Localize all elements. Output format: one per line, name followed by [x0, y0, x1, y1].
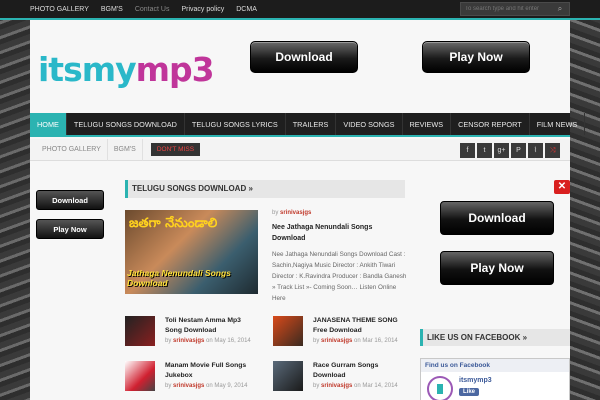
pinterest-icon[interactable]: P — [511, 143, 526, 158]
list-item-author[interactable]: srinivasjgs — [321, 338, 352, 344]
nav-telugu-songs-download[interactable]: TELUGU SONGS DOWNLOAD — [67, 113, 185, 135]
list-item-date: May 9, 2014 — [214, 383, 248, 389]
featured-image[interactable]: జతగా నేనుండాలి Jathaga Nenundali Songs D… — [125, 210, 258, 294]
nav-video-songs[interactable]: VIDEO SONGS — [336, 113, 403, 135]
nav-home[interactable]: HOME — [30, 113, 67, 135]
search-input[interactable] — [461, 6, 553, 12]
section-header[interactable]: TELUGU SONGS DOWNLOAD » — [125, 180, 405, 198]
top-nav-contact[interactable]: Contact Us — [135, 6, 170, 13]
page-container: itsmymp3 Download Play Now HOME TELUGU S… — [30, 20, 586, 400]
featured-title[interactable]: Nee Jathaga Nenundali Songs Download — [272, 222, 407, 244]
list-item-date: Mar 14, 2014 — [362, 383, 398, 389]
header-download-button[interactable]: Download — [250, 41, 358, 73]
nav-censor-report[interactable]: CENSOR REPORT — [451, 113, 530, 135]
facebook-like-button[interactable]: Like — [459, 388, 480, 396]
top-nav-bgms[interactable]: BGM'S — [101, 6, 123, 13]
top-nav-photo-gallery[interactable]: PHOTO GALLERY — [30, 6, 89, 13]
list-item-author[interactable]: srinivasjgs — [321, 383, 352, 389]
background-right — [570, 0, 600, 400]
sub-nav-bgms[interactable]: BGM'S — [108, 138, 143, 161]
list-item-thumbnail[interactable] — [125, 361, 155, 391]
google-plus-icon[interactable]: g+ — [494, 143, 509, 158]
site-logo[interactable]: itsmymp3 — [38, 50, 215, 89]
nav-trailers[interactable]: TRAILERS — [286, 113, 337, 135]
list-item-meta: by srinivasjgs on Mar 14, 2014 — [313, 383, 398, 389]
close-ad-button[interactable]: ✕ — [554, 180, 570, 194]
facebook-find-label: Find us on Facebook — [421, 359, 569, 372]
rss-icon[interactable]: ⌇ — [528, 143, 543, 158]
list-item-thumbnail[interactable] — [273, 361, 303, 391]
search-box: ⌕ — [460, 2, 570, 16]
right-download-button[interactable]: Download — [440, 201, 554, 235]
top-nav-dcma[interactable]: DCMA — [236, 6, 257, 13]
facebook-page-avatar[interactable] — [427, 376, 453, 400]
header-play-button[interactable]: Play Now — [422, 41, 530, 73]
featured-meta: by srinivasjgs — [272, 210, 311, 216]
list-item-date: Mar 16, 2014 — [362, 338, 398, 344]
facebook-like-label: Like — [463, 389, 476, 395]
top-nav-privacy[interactable]: Privacy policy — [181, 6, 224, 13]
left-download-button[interactable]: Download — [36, 190, 104, 210]
top-bar: PHOTO GALLERY BGM'S Contact Us Privacy p… — [0, 0, 600, 20]
twitter-icon[interactable]: t — [477, 143, 492, 158]
list-item-meta: by srinivasjgs on Mar 16, 2014 — [313, 338, 398, 344]
dont-miss-label: DON'T MISS — [150, 143, 201, 156]
list-item-date: May 16, 2014 — [214, 338, 251, 344]
search-icon[interactable]: ⌕ — [553, 3, 567, 15]
shuffle-icon[interactable]: ⤨ — [545, 143, 560, 158]
left-play-button[interactable]: Play Now — [36, 219, 104, 239]
featured-author[interactable]: srinivasjgs — [280, 210, 311, 216]
top-nav: PHOTO GALLERY BGM'S Contact Us Privacy p… — [30, 0, 269, 18]
featured-image-caption: Jathaga Nenundali Songs Download — [127, 268, 231, 288]
list-item-title[interactable]: Toli Nestam Amma Mp3 Song Download — [165, 316, 257, 336]
logo-part-1: itsmy — [38, 50, 137, 89]
featured-excerpt: Nee Jathaga Nenundali Songs Download Cas… — [272, 251, 407, 302]
logo-part-2: mp3 — [135, 50, 215, 89]
facebook-icon[interactable]: f — [460, 143, 475, 158]
list-item-author[interactable]: srinivasjgs — [173, 338, 204, 344]
social-icons: f t g+ P ⌇ ⤨ — [460, 143, 560, 158]
featured-by: by — [272, 210, 279, 216]
nav-telugu-songs-lyrics[interactable]: TELUGU SONGS LYRICS — [185, 113, 286, 135]
list-item-meta: by srinivasjgs on May 16, 2014 — [165, 338, 251, 344]
list-item-title[interactable]: Manam Movie Full Songs Jukebox — [165, 361, 257, 381]
facebook-section-header[interactable]: LIKE US ON FACEBOOK » — [420, 329, 570, 346]
list-item-author[interactable]: srinivasjgs — [173, 383, 204, 389]
featured-image-telugu-title: జతగా నేనుండాలి — [129, 216, 218, 231]
list-item-thumbnail[interactable] — [125, 316, 155, 346]
nav-reviews[interactable]: REVIEWS — [403, 113, 452, 135]
list-item-thumbnail[interactable] — [273, 316, 303, 346]
facebook-widget: Find us on Facebook itsmymp3 Like — [420, 358, 570, 400]
right-play-button[interactable]: Play Now — [440, 251, 554, 285]
background-left — [0, 0, 30, 400]
sub-nav-photo-gallery[interactable]: PHOTO GALLERY — [30, 138, 108, 161]
list-item-meta: by srinivasjgs on May 9, 2014 — [165, 383, 248, 389]
nav-film-news[interactable]: FILM NEWS — [530, 113, 586, 135]
list-item-title[interactable]: JANASENA THEME SONG Free Download — [313, 316, 405, 336]
list-item-title[interactable]: Race Gurram Songs Download — [313, 361, 405, 381]
main-nav: HOME TELUGU SONGS DOWNLOAD TELUGU SONGS … — [30, 113, 586, 137]
facebook-page-name[interactable]: itsmymp3 — [459, 377, 492, 384]
